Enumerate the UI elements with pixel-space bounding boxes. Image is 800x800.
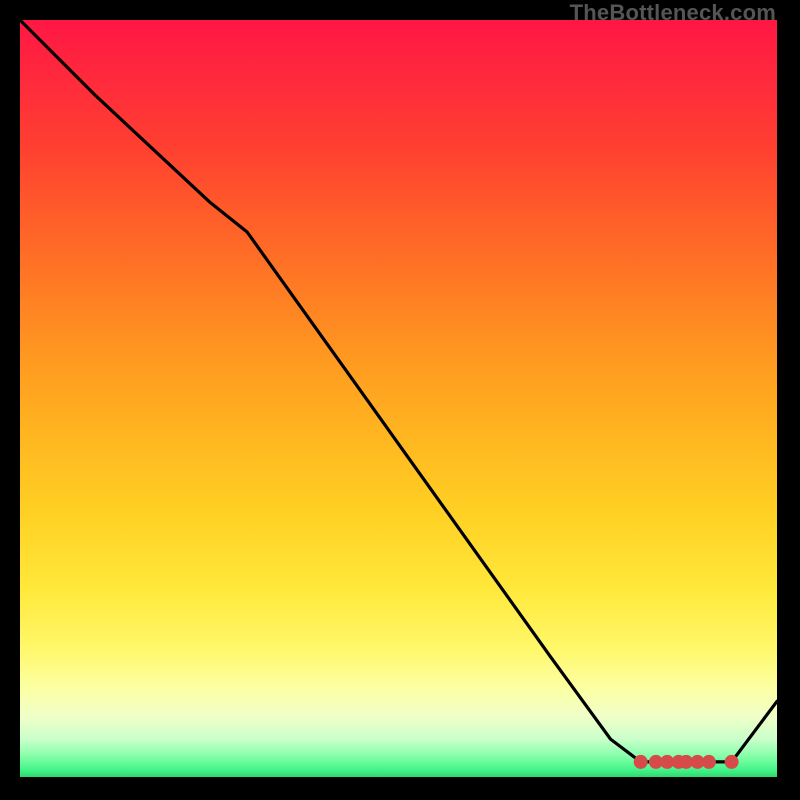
range-marker	[702, 755, 715, 768]
chart-overlay	[20, 20, 777, 777]
range-marker	[725, 755, 738, 768]
bottleneck-curve	[20, 20, 777, 762]
range-marker	[634, 755, 647, 768]
